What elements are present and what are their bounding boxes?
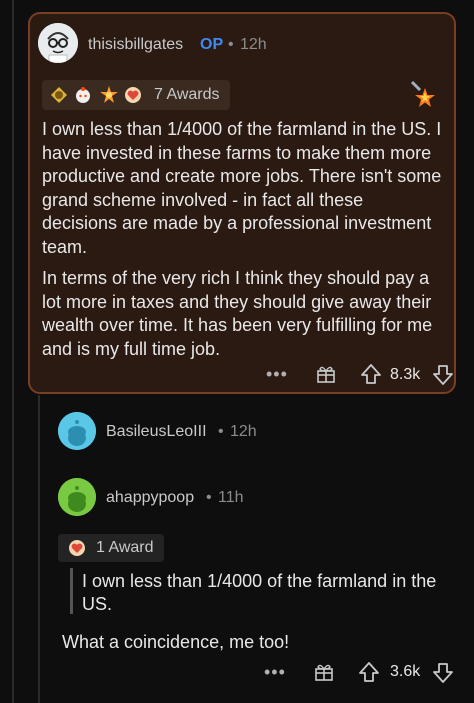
quoted-text: I own less than 1/4000 of the farmland i… [82,571,437,614]
quote-bar [70,568,73,614]
timestamp: 11h [218,489,244,506]
username[interactable]: thisisbillgates [88,36,183,54]
separator-dot: • [218,423,224,440]
more-options-button[interactable]: ••• [266,364,288,385]
highlighted-comment: thisisbillgates OP • 12h 7 Awards I own … [28,12,456,394]
wholesome-award-icon [76,87,90,103]
awards-label: 7 Awards [154,86,220,103]
more-options-button[interactable]: ••• [264,662,286,683]
awards-box[interactable]: 7 Awards [42,80,230,110]
awards-label: 1 Award [96,539,154,556]
timestamp: 12h [240,36,267,53]
timestamp: 12h [230,423,257,440]
star-burst-award-icon [100,86,118,103]
avatar[interactable] [58,412,96,450]
op-badge: OP [200,36,224,53]
username[interactable]: ahappypoop [106,489,194,507]
avatar[interactable] [38,23,78,63]
snoo-avatar-icon [58,412,96,450]
thread-line[interactable] [12,0,14,703]
score: 3.6k [390,663,421,680]
billgates-avatar-icon [38,23,78,63]
comment-paragraph: I own less than 1/4000 of the farmland i… [42,119,442,257]
heart-award-icon [69,540,85,556]
upvote-icon[interactable] [358,661,380,683]
awards-box[interactable]: 1 Award [58,534,164,562]
medal-award-icon [51,87,67,103]
heart-award-icon [125,87,141,103]
downvote-icon[interactable] [432,662,454,684]
upvote-icon[interactable] [360,363,382,385]
burst-icon [410,80,435,107]
username[interactable]: BasileusLeoIII [106,423,207,441]
score: 8.3k [390,366,421,383]
avatar[interactable] [58,478,96,516]
comment-text: What a coincidence, me too! [62,632,290,652]
comment-paragraph: In terms of the very rich I think they s… [42,268,433,359]
downvote-icon[interactable] [432,364,454,386]
gift-icon[interactable] [314,662,334,682]
snoo-avatar-icon [58,478,96,516]
separator-dot: • [206,489,212,506]
separator-dot: • [228,36,234,53]
gift-icon[interactable] [316,364,336,384]
nested-thread-line[interactable] [38,395,40,703]
